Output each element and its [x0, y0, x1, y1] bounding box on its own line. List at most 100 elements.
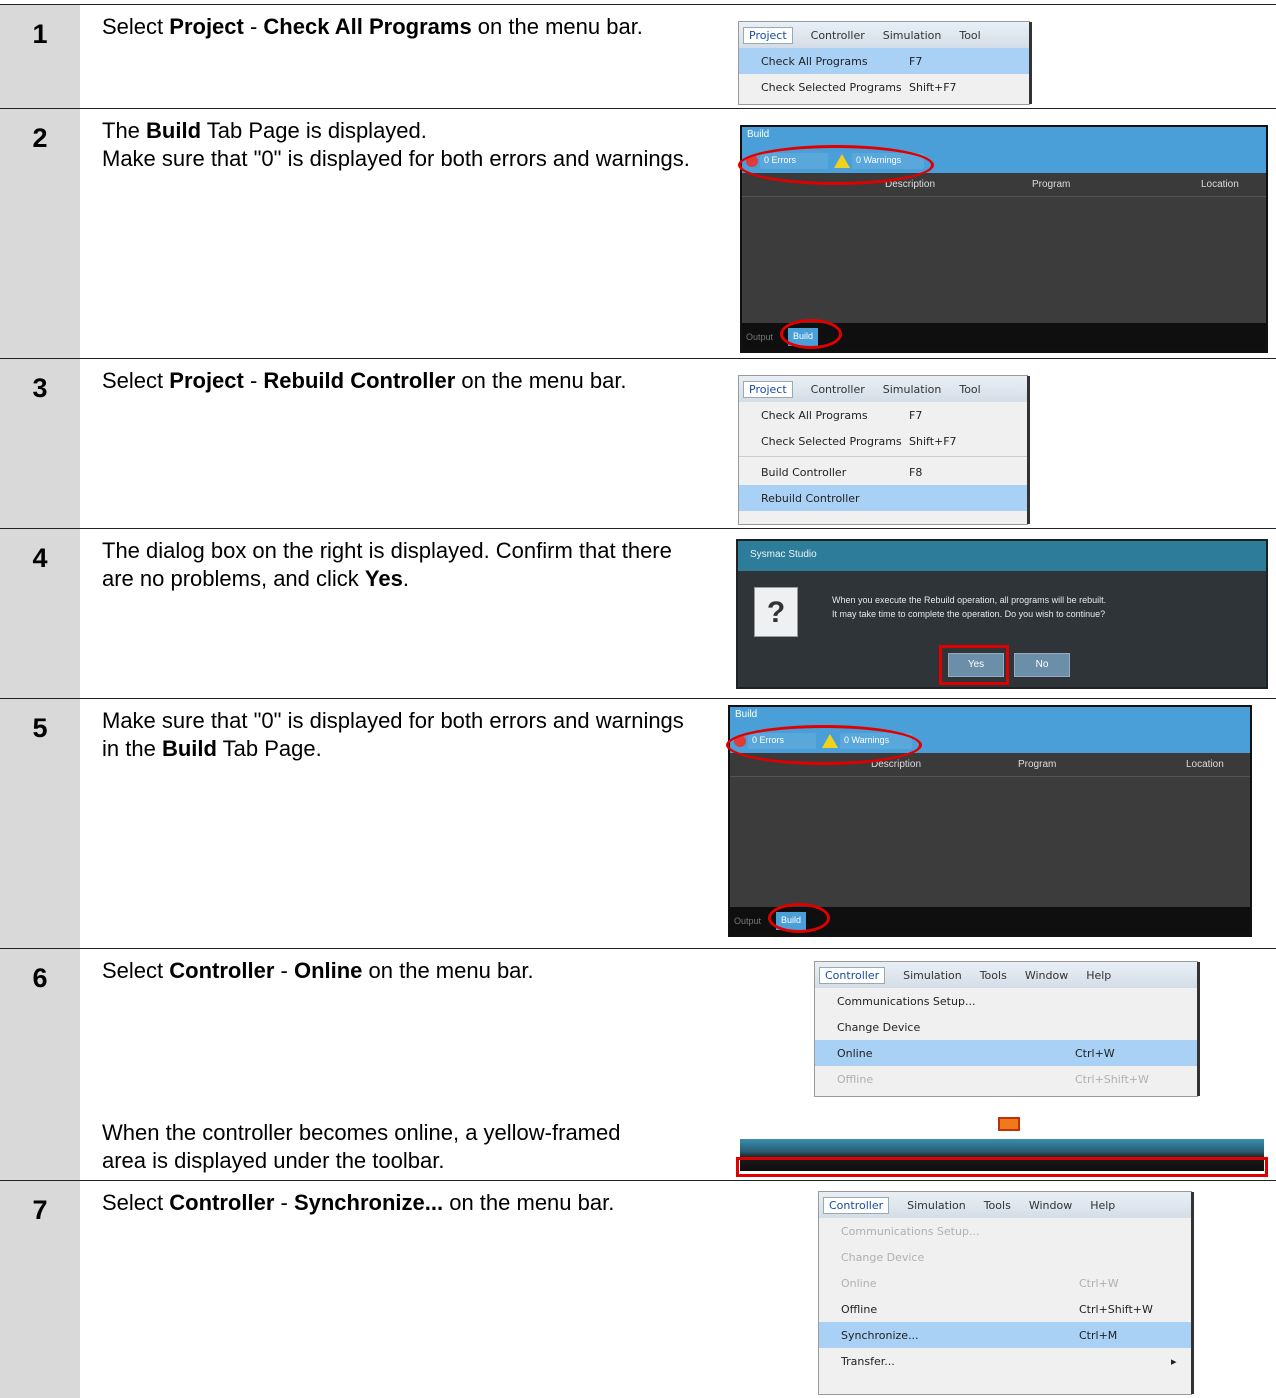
menu-item[interactable]: Check All Programs F7 [739, 402, 1027, 428]
menu-item-label: Change Device [837, 1020, 921, 1034]
menu-item[interactable]: Check Selected Programs Shift+F7 [739, 428, 1027, 454]
menu-bar-item[interactable]: Help [1090, 1199, 1115, 1212]
column-header[interactable]: Location [1201, 179, 1239, 190]
menu-item[interactable]: Online Ctrl+W [815, 1040, 1197, 1066]
menu-item[interactable]: Communications Setup... [819, 1218, 1191, 1244]
highlight-oval [768, 903, 830, 933]
menu-edge [1029, 22, 1032, 104]
menu-bar-item[interactable]: Controller [811, 383, 865, 396]
instruction-text: Tab Page is displayed. [201, 118, 427, 143]
step-row-4: 4 The dialog box on the right is display… [0, 528, 1276, 698]
highlight-oval [738, 145, 934, 185]
step-instruction: Select Project - Check All Programs on t… [102, 13, 702, 41]
bold-term: Project [169, 368, 244, 393]
menu-bar-item[interactable]: Tools [984, 1199, 1011, 1212]
bold-term: Build [161, 736, 217, 761]
menu-bar-item[interactable]: Simulation [903, 969, 962, 982]
menu-item-label: Communications Setup... [837, 994, 976, 1008]
menu-item-label: Change Device [841, 1250, 925, 1264]
menu-edge [1027, 376, 1030, 524]
menu-item-shortcut: Ctrl+W [1079, 1276, 1119, 1290]
instruction-text: - [274, 958, 294, 983]
menu-bar-item[interactable]: Tool [959, 383, 980, 396]
menu-item[interactable]: Synchronize... Ctrl+M [819, 1322, 1191, 1348]
confirm-dialog-screenshot: Sysmac Studio ? When you execute the Reb… [736, 539, 1268, 689]
menu-bar-item[interactable]: Tool [959, 29, 980, 42]
menu-item-label: Offline [837, 1072, 874, 1086]
bold-term: Yes [364, 566, 403, 591]
instruction-text: Select [102, 368, 170, 393]
instruction-text: Select [102, 14, 170, 39]
menu-bar-item[interactable]: Controller [823, 1196, 890, 1214]
menu-bar-item[interactable]: Simulation [883, 29, 942, 42]
menu-bar-item[interactable]: Tools [980, 969, 1007, 982]
menu-item[interactable]: Offline Ctrl+Shift+W [815, 1066, 1197, 1092]
instruction-text: When the controller becomes online, a ye… [102, 1120, 621, 1173]
output-tab-label[interactable]: Output [746, 332, 773, 342]
menu-item[interactable]: Transfer... ▸ [819, 1348, 1191, 1374]
menu-item[interactable]: Rebuild Controller [739, 485, 1027, 511]
menu-item-label: Check Selected Programs [761, 434, 902, 448]
menu-item-label: Communications Setup... [841, 1224, 980, 1238]
instruction-text: on the menu bar. [443, 1190, 615, 1215]
menu-bar: Controller Simulation Tools Window Help [819, 1192, 1191, 1218]
bold-term: Project [169, 14, 244, 39]
menu-item[interactable]: Change Device [815, 1014, 1197, 1040]
menu-item[interactable]: Build Controller F8 [739, 459, 1027, 485]
menu-screenshot: Controller Simulation Tools Window Help Commu… [814, 961, 1200, 1097]
instruction-text: Select [102, 958, 170, 983]
instruction-text: - [274, 1190, 294, 1215]
instruction-text: on the menu bar. [455, 368, 627, 393]
instruction-text: The [102, 118, 147, 143]
menu-item[interactable]: Communications Setup... [815, 988, 1197, 1014]
menu-item-label: Online [837, 1046, 873, 1060]
step-row-5: 5 Make sure that "0" is displayed for bo… [0, 698, 1276, 948]
output-tab-label[interactable]: Output [734, 916, 761, 926]
menu-edge [1197, 962, 1200, 1096]
column-header[interactable]: Location [1186, 759, 1224, 770]
menu-item[interactable]: Online Ctrl+W [819, 1270, 1191, 1296]
menu-bar-item[interactable]: Simulation [907, 1199, 966, 1212]
step-instruction: Select Project - Rebuild Controller on t… [102, 367, 702, 395]
menu-bar: Project Controller Simulation Tool [739, 376, 1027, 402]
menu-item[interactable]: Offline Ctrl+Shift+W [819, 1296, 1191, 1322]
question-icon: ? [754, 587, 798, 637]
pane-footer: Output Build [742, 319, 1266, 351]
instruction-text: on the menu bar. [471, 14, 643, 39]
highlight-oval [780, 319, 842, 349]
step-number: 2 [32, 123, 48, 153]
menu-screenshot: Project Controller Simulation Tool Check All… [738, 375, 1030, 525]
instruction-text: Make sure that "0" is displayed for both… [102, 146, 690, 171]
instruction-text: - [243, 368, 264, 393]
bold-term: Online [293, 958, 363, 983]
menu-bar-item[interactable]: Simulation [883, 383, 942, 396]
step-row-7: 7 Select Controller - Synchronize... on … [0, 1180, 1276, 1398]
build-pane-screenshot: Build 0 Errors 0 Warnings Description Progra… [726, 705, 1252, 937]
menu-bar-item[interactable]: Controller [811, 29, 865, 42]
menu-bar-item[interactable]: Window [1025, 969, 1068, 982]
step-row-6: 6 Select Controller - Online on the menu… [0, 948, 1276, 1180]
menu-item[interactable]: Check Selected Programs Shift+F7 [739, 74, 1029, 100]
online-indicator-icon [998, 1117, 1020, 1131]
bold-term: Synchronize... [293, 1190, 444, 1215]
menu-bar-item[interactable]: Project [743, 380, 793, 398]
menu-item-label: Online [841, 1276, 877, 1290]
step-instruction: The Build Tab Page is displayed. Make sur… [102, 117, 702, 173]
menu-item-label: Check All Programs [761, 54, 868, 68]
instruction-text: Select [102, 1190, 170, 1215]
column-header[interactable]: Program [1032, 179, 1070, 190]
menu-item[interactable]: Change Device [819, 1244, 1191, 1270]
step-row-3: 3 Select Project - Rebuild Controller on… [0, 358, 1276, 528]
no-button[interactable]: No [1014, 653, 1070, 677]
menu-bar-item[interactable]: Controller [819, 966, 886, 984]
menu-bar-item[interactable]: Help [1086, 969, 1111, 982]
step-number: 5 [32, 713, 48, 743]
step-note: When the controller becomes online, a ye… [102, 1119, 662, 1175]
column-header[interactable]: Program [1018, 759, 1056, 770]
instruction-text: on the menu bar. [362, 958, 534, 983]
menu-bar-item[interactable]: Window [1029, 1199, 1072, 1212]
menu-item[interactable]: Check All Programs F7 [739, 48, 1029, 74]
step-instruction: Select Controller - Synchronize... on th… [102, 1189, 702, 1217]
menu-bar-item[interactable]: Project [743, 26, 793, 44]
menu-item-label: Offline [841, 1302, 878, 1316]
